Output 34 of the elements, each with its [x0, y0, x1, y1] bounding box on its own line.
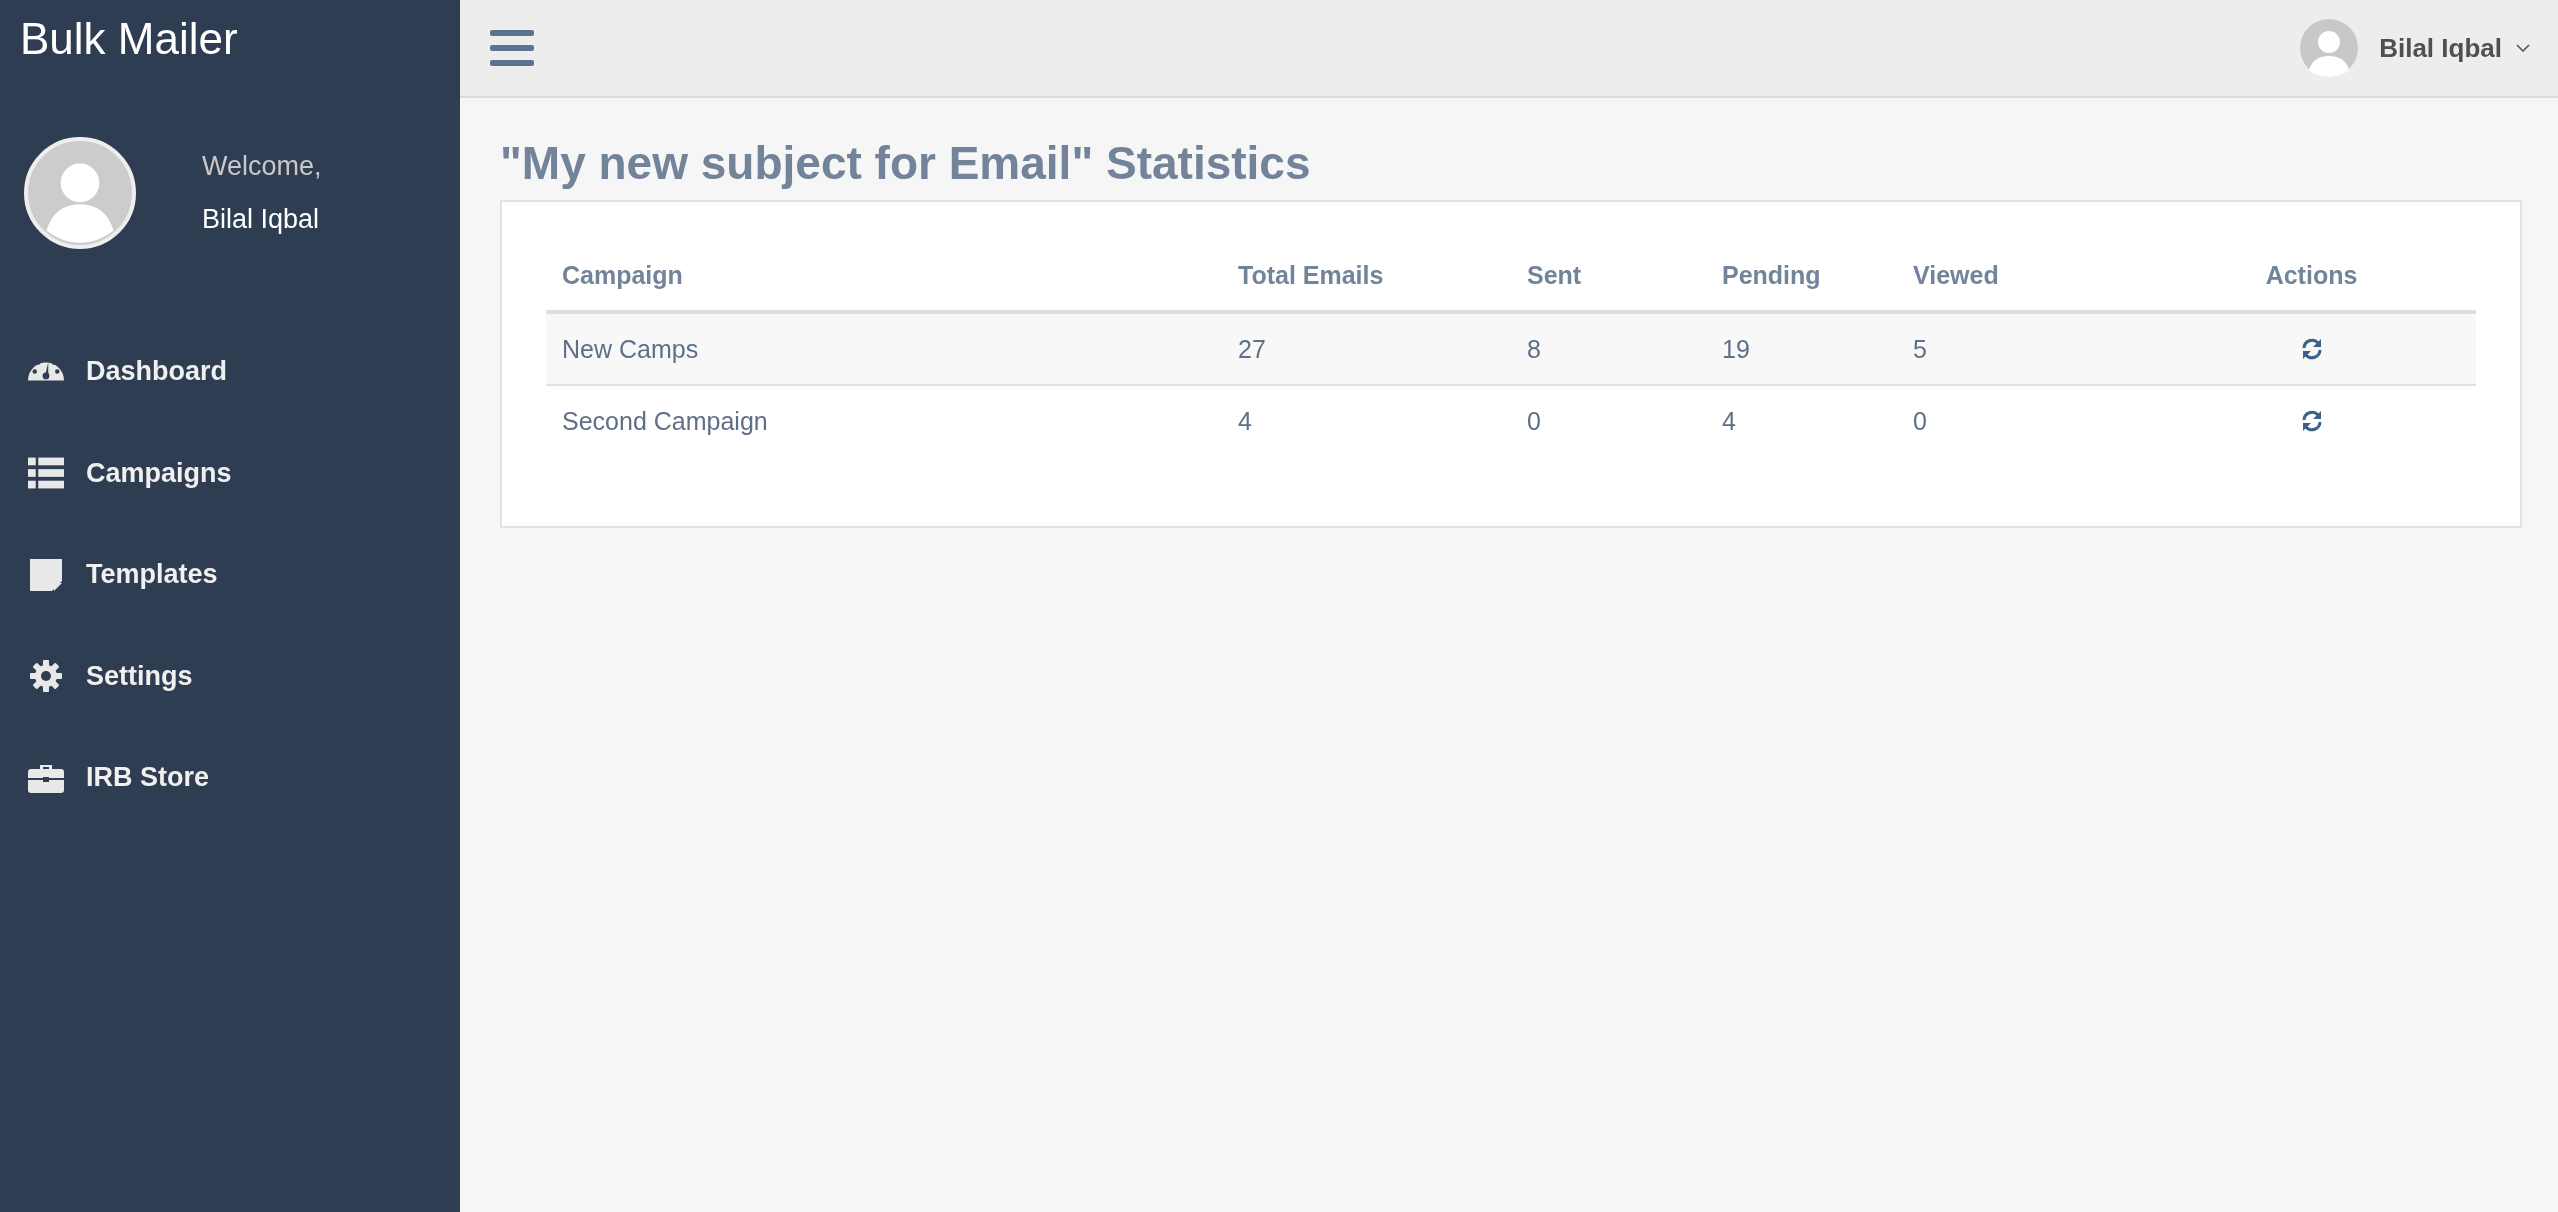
page-title: "My new subject for Email" Statistics — [500, 136, 1312, 190]
table-cell-text: 4 — [1237, 406, 1253, 436]
app-title: Bulk Mailer — [19, 13, 239, 65]
list-icon — [28, 457, 64, 490]
table-cell-text: 8 — [1526, 334, 1542, 364]
table-cell-text: 0 — [1526, 406, 1542, 436]
column-header: Campaign — [561, 260, 684, 290]
avatar-icon — [24, 137, 136, 249]
note-icon — [28, 558, 64, 591]
table-cell-text: 0 — [1912, 406, 1928, 436]
sidebar-item[interactable]: Dashboard — [0, 321, 460, 423]
table-cell-text: Second Campaign — [561, 406, 769, 436]
table-cell-text: 19 — [1721, 334, 1751, 364]
column-header: Actions — [2264, 260, 2359, 290]
table-cell-text: 4 — [1721, 406, 1737, 436]
table-cell-text: 27 — [1237, 334, 1267, 364]
speedometer-icon — [28, 361, 64, 382]
column-header: Viewed — [1912, 260, 2000, 290]
caret-icon — [2516, 44, 2530, 52]
gear-icon — [28, 660, 64, 693]
sidebar-item[interactable]: Settings — [0, 625, 460, 727]
sidebar-item[interactable]: IRB Store — [0, 727, 460, 829]
sidebar-item[interactable]: Templates — [0, 524, 460, 626]
welcome-text: Welcome, — [202, 151, 322, 182]
user-name: Bilal Iqbal — [202, 204, 321, 235]
column-header: Total Emails — [1237, 260, 1385, 290]
menu-icon[interactable] — [490, 30, 534, 66]
column-header: Pending — [1721, 260, 1822, 290]
table-cell-text: 5 — [1912, 334, 1928, 364]
table-cell-text: New Camps — [561, 334, 700, 364]
column-header: Sent — [1526, 260, 1583, 290]
sidebar-item[interactable]: Campaigns — [0, 422, 460, 524]
user-menu[interactable]: Bilal Iqbal — [2299, 18, 2530, 78]
avatar-icon — [2299, 18, 2360, 78]
